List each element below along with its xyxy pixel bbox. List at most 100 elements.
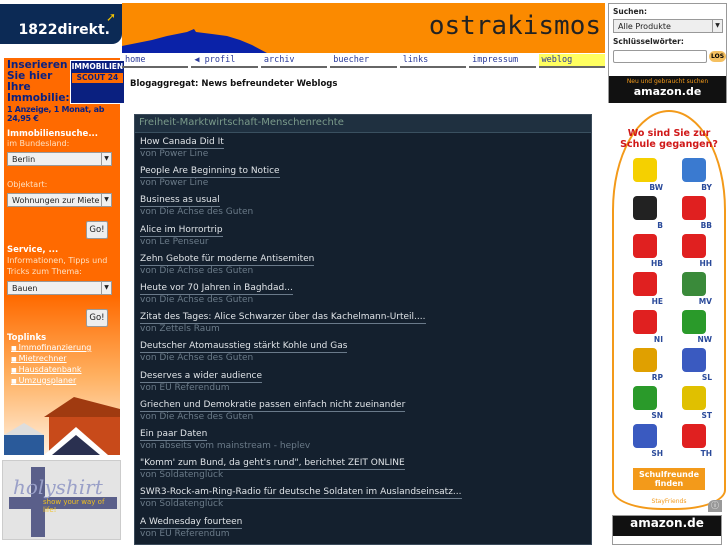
state-mv[interactable]: MV: [669, 272, 718, 306]
feed-item-source: von Soldatenglück: [140, 470, 224, 481]
feed-item-link[interactable]: Alice im Horrortrip: [140, 225, 223, 237]
feed-item-link[interactable]: People Are Beginning to Notice: [140, 166, 280, 179]
feed-item-source: von abseits vom mainstream - heplev: [140, 441, 311, 451]
holyshirt-tagline: show your way of life!: [43, 498, 105, 514]
state-sl[interactable]: SL: [669, 348, 718, 382]
state-sh[interactable]: SH: [620, 424, 669, 458]
feed-item-link[interactable]: Business as usual: [140, 195, 220, 208]
schulfreunde-finden-button[interactable]: Schulfreunde finden: [633, 468, 705, 490]
nav-archiv[interactable]: archiv: [260, 54, 328, 68]
logo-swoosh-icon: ➚: [105, 10, 116, 24]
info-icon[interactable]: ⓘ: [708, 500, 722, 512]
feed-item-link[interactable]: How Canada Did It: [140, 137, 224, 149]
state-select[interactable]: Berlin ▼: [7, 152, 112, 166]
amazon-ad-bottom[interactable]: amazon.de: [612, 515, 722, 545]
nav-links[interactable]: links: [399, 54, 467, 68]
feed-item: Deserves a wider audience von EU Referend…: [140, 371, 263, 394]
feed-item-link[interactable]: Deutscher Atomausstieg stärkt Kohle und …: [140, 341, 348, 354]
service-text: Informationen, Tipps und Tricks zum Them…: [7, 256, 108, 276]
state-by[interactable]: BY: [669, 158, 718, 192]
amazon-category-select[interactable]: Alle Produkte ▼: [613, 19, 723, 33]
stayfriends-ad[interactable]: Wo sind Sie zur Schule gegangen? BW BY B BB…: [612, 110, 726, 510]
state-st[interactable]: ST: [669, 386, 718, 420]
coat-of-arms-icon: [632, 386, 657, 410]
feed-item-link[interactable]: Zehn Gebote für moderne Antisemiten: [140, 254, 315, 266]
coat-of-arms-icon: [681, 348, 706, 372]
amazon-search-widget: Suchen: Alle Produkte ▼ Schlüsselwörter: …: [608, 3, 727, 103]
amazon-banner[interactable]: Neu und gebraucht suchen amazon.de: [609, 76, 726, 103]
coat-of-arms-icon: [632, 234, 657, 258]
ad-price: 1 Anzeige, 1 Monat, ab 24,95 €: [7, 105, 105, 123]
state-bw[interactable]: BW: [620, 158, 669, 192]
state-th[interactable]: TH: [669, 424, 718, 458]
toplink-immofinanzierung[interactable]: Immofinanzierung: [11, 343, 117, 354]
state-hh[interactable]: HH: [669, 234, 718, 268]
feed-item-source: von Soldatenglück: [140, 499, 224, 510]
feed-item-link[interactable]: Ein paar Daten: [140, 429, 208, 441]
state-bb[interactable]: BB: [669, 196, 718, 230]
nav-buecher[interactable]: buecher: [330, 54, 397, 68]
amazon-logo: amazon.de: [633, 85, 702, 98]
chevron-down-icon: ▼: [101, 194, 111, 206]
coat-of-arms-icon: [681, 424, 706, 448]
feed-item-link[interactable]: "Komm' zum Bund, da geht's rund", berich…: [140, 458, 405, 471]
feed-item: Zitat des Tages: Alice Schwarzer über da…: [140, 312, 426, 335]
feed-item-source: von Die Achse des Guten: [140, 353, 254, 364]
immobilienscout-logo: IMMOBILIEN SCOUT 24: [69, 60, 126, 104]
feed-item-link[interactable]: SWR3-Rock-am-Ring-Radio für deutsche Sol…: [140, 487, 462, 500]
feed-item-link[interactable]: A Wednesday fourteen: [140, 517, 243, 529]
state-ni[interactable]: NI: [620, 310, 669, 344]
feed-item-link[interactable]: Zitat des Tages: Alice Schwarzer über da…: [140, 312, 426, 325]
toplink-hausdatenbank[interactable]: Hausdatenbank: [11, 365, 117, 376]
state-he[interactable]: HE: [620, 272, 669, 306]
amazon-logo: amazon.de: [613, 516, 721, 536]
coat-of-arms-icon: [632, 310, 657, 334]
feed-item-link[interactable]: Heute vor 70 Jahren in Baghdad...: [140, 283, 293, 295]
feed-item: Ein paar Daten von abseits vom mainstream…: [140, 429, 310, 452]
coat-of-arms-icon: [681, 158, 706, 182]
service-select[interactable]: Bauen ▼: [7, 281, 112, 295]
state-nw[interactable]: NW: [669, 310, 718, 344]
amazon-go-button[interactable]: LOS: [709, 51, 727, 62]
ad-headline: Inserieren Sie hier Ihre Immobilie:: [7, 59, 70, 104]
coat-of-arms-icon: [632, 196, 657, 220]
feed-item-source: von Die Achse des Guten: [140, 207, 254, 218]
search-title: Immobiliensuche...: [7, 129, 99, 139]
coat-of-arms-icon: [681, 386, 706, 410]
state-hb[interactable]: HB: [620, 234, 669, 268]
feed-item: Alice im Horrortrip von Le Penseur: [140, 225, 223, 248]
feed-item: Deutscher Atomausstieg stärkt Kohle und …: [140, 341, 348, 364]
type-select[interactable]: Wohnungen zur Miete ▼: [7, 193, 112, 207]
feed-item-link[interactable]: Griechen und Demokratie passen einfach n…: [140, 400, 406, 412]
feed-item-source: von Die Achse des Guten: [140, 265, 254, 276]
coat-of-arms-icon: [681, 234, 706, 258]
coat-of-arms-icon: [681, 196, 706, 220]
search-go-button[interactable]: Go!: [86, 221, 108, 239]
amazon-keywords-input[interactable]: [613, 50, 707, 63]
site-banner[interactable]: ostrakismos: [122, 3, 605, 53]
service-go-button[interactable]: Go!: [86, 309, 108, 327]
feed-item-link[interactable]: Deserves a wider audience: [140, 371, 263, 383]
feed-item: Business as usual von Die Achse des Guten: [140, 195, 253, 218]
toplink-mietrechner[interactable]: Mietrechner: [11, 354, 117, 365]
toplink-umzugsplaner[interactable]: Umzugsplaner: [11, 376, 117, 387]
feed-item: "Komm' zum Bund, da geht's rund", berich…: [140, 458, 405, 481]
chevron-down-icon: ▼: [101, 282, 111, 294]
coat-of-arms-icon: [632, 348, 657, 372]
nav-home[interactable]: home: [122, 54, 189, 68]
service-title: Service, ...: [7, 245, 59, 255]
1822direkt-logo[interactable]: 1822direkt. ➚: [0, 4, 122, 44]
state-b[interactable]: B: [620, 196, 669, 230]
holyshirt-ad[interactable]: holyshirt show your way of life!: [2, 460, 121, 540]
feed-item-source: von Power Line: [140, 149, 209, 159]
coat-of-arms-icon: [681, 310, 706, 334]
nav-profil[interactable]: ◀ profil: [191, 54, 258, 68]
amazon-keywords-label: Schlüsselwörter:: [613, 37, 684, 46]
nav-weblog[interactable]: weblog: [538, 54, 605, 68]
feed-item: SWR3-Rock-am-Ring-Radio für deutsche Sol…: [140, 487, 462, 510]
state-sn[interactable]: SN: [620, 386, 669, 420]
feed-item-source: von Le Penseur: [140, 236, 209, 247]
state-rp[interactable]: RP: [620, 348, 669, 382]
nav-impressum[interactable]: impressum: [469, 54, 536, 68]
arrow-left-icon: ◀: [194, 55, 200, 65]
